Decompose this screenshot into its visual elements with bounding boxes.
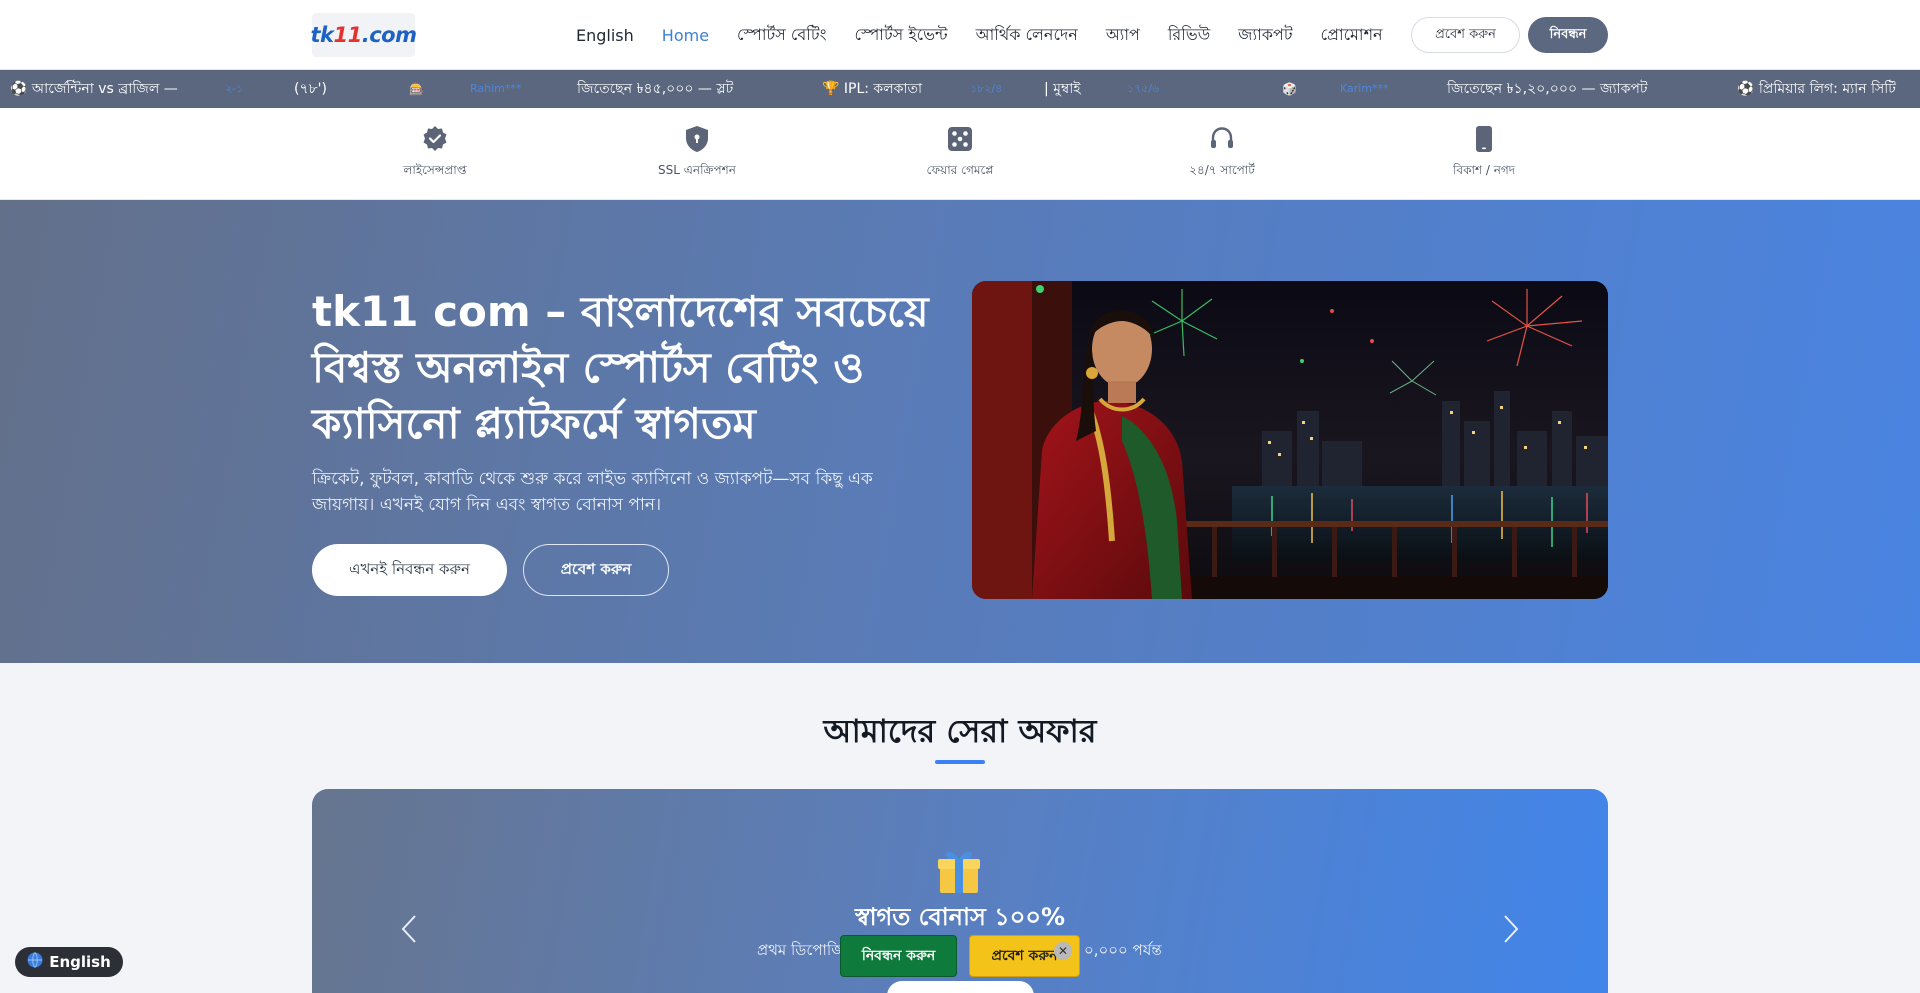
site-header: tk11.com English Home স্পোর্টস বেটিং স্প… xyxy=(0,0,1920,70)
offer-card-title: স্বাগত বোনাস ১০০% xyxy=(854,903,1066,931)
trust-label: ২৪/৭ সাপোর্ট xyxy=(1189,163,1255,177)
ticker-item: | মুম্বাই xyxy=(1044,81,1081,97)
trust-item-licensed: লাইসেন্সপ্রাপ্ত xyxy=(355,108,515,200)
headset-icon xyxy=(1207,124,1237,154)
live-ticker: ⚽ আর্জেন্টিনা vs ব্রাজিল — ২-১ (৭৮') 🎰 R… xyxy=(0,70,1920,108)
logo-digits: 11 xyxy=(333,23,363,47)
gift-icon xyxy=(935,847,983,895)
main-nav: English Home স্পোর্টস বেটিং স্পোর্টস ইভে… xyxy=(576,0,1411,70)
hero-title: tk11 com – বাংলাদেশের সবচেয়ে বিশ্বস্ত অ… xyxy=(312,287,929,448)
ticker-item: জিতেছেন ৳১,২০,০০০ — জ্যাকপট xyxy=(1447,81,1648,97)
trust-label: ফেয়ার গেমপ্লে xyxy=(926,163,994,177)
offer-cta-button[interactable] xyxy=(887,981,1034,993)
verified-badge-icon xyxy=(420,124,450,154)
nav-item-app[interactable]: অ্যাপ xyxy=(1106,22,1140,49)
ticker-dice-icon: 🎲 xyxy=(1282,82,1297,96)
trust-item-payment: বিকাশ / নগদ xyxy=(1404,108,1564,200)
ticker-user: Karim*** xyxy=(1340,82,1389,95)
nav-item-jackpot[interactable]: জ্যাকপট xyxy=(1238,22,1292,49)
logo-suffix: .com xyxy=(361,23,417,47)
hero-register-button[interactable]: এখনই নিবন্ধন করুন xyxy=(312,544,507,596)
header-register-button[interactable]: নিবন্ধন xyxy=(1528,17,1608,53)
site-logo[interactable]: tk11.com xyxy=(311,13,417,57)
nav-item-promotion[interactable]: প্রোমোশন xyxy=(1321,22,1383,49)
offers-section-title: আমাদের সেরা অফার xyxy=(823,712,1097,750)
close-icon[interactable]: ✕ xyxy=(1054,942,1072,960)
hero-image xyxy=(972,281,1608,599)
ticker-item: জিতেছেন ৳৪৫,০০০ — স্লট xyxy=(577,81,734,97)
nav-item-sports-events[interactable]: স্পোর্টস ইভেন্ট xyxy=(854,22,947,49)
dice-icon xyxy=(945,124,975,154)
hero-subtitle: ক্রিকেট, ফুটবল, কাবাডি থেকে শুরু করে লাই… xyxy=(312,469,873,515)
floating-register-button[interactable]: নিবন্ধন করুন xyxy=(840,935,957,977)
offer-sub-left: প্রথম ডিপোজি xyxy=(757,941,845,959)
ticker-score: ২-১ xyxy=(225,82,244,95)
hero-login-button[interactable]: প্রবেশ করুন xyxy=(523,544,669,596)
mobile-phone-icon xyxy=(1469,124,1499,154)
hero-section: tk11 com – বাংলাদেশের সবচেয়ে বিশ্বস্ত অ… xyxy=(0,200,1920,663)
ticker-slot-icon: 🎰 xyxy=(409,82,424,96)
ticker-item: 🏆 IPL: কলকাতা xyxy=(822,81,923,97)
offer-carousel-card[interactable]: স্বাগত বোনাস ১০০% প্রথম ডিপোজি ০,০০০ পর্… xyxy=(312,789,1608,993)
nav-item-review[interactable]: রিভিউ xyxy=(1168,22,1210,49)
logo-prefix: tk xyxy=(310,23,335,47)
trust-bar: লাইসেন্সপ্রাপ্ত SSL এনক্রিপশন ফেয়ার গেম… xyxy=(0,108,1920,200)
shield-lock-icon xyxy=(682,124,712,154)
nav-item-english[interactable]: English xyxy=(576,26,634,45)
header-login-button[interactable]: প্রবেশ করুন xyxy=(1411,17,1520,53)
logo-text: tk11.com xyxy=(311,23,417,47)
nav-item-sports-betting[interactable]: স্পোর্টস বেটিং xyxy=(737,22,826,49)
trust-label: বিকাশ / নগদ xyxy=(1452,163,1516,177)
globe-icon xyxy=(27,952,43,972)
trust-item-fair: ফেয়ার গেমপ্লে xyxy=(880,108,1040,200)
ticker-item: ⚽ আর্জেন্টিনা vs ব্রাজিল — xyxy=(10,81,178,97)
language-switch-button[interactable]: English xyxy=(15,947,123,977)
nav-item-finance[interactable]: আর্থিক লেনদেন xyxy=(976,22,1078,49)
nav-item-home[interactable]: Home xyxy=(662,26,709,45)
ticker-item: (৭৮') xyxy=(294,81,327,97)
offer-sub-right: ০,০০০ পর্যন্ত xyxy=(1084,941,1162,959)
trust-item-support: ২৪/৭ সাপোর্ট xyxy=(1142,108,1302,200)
ticker-user: Rahim*** xyxy=(470,82,522,95)
trust-item-ssl: SSL এনক্রিপশন xyxy=(617,108,777,200)
ticker-item: ⚽ প্রিমিয়ার লিগ: ম্যান সিটি xyxy=(1737,81,1896,97)
ticker-score: ১৭৫/৬ xyxy=(1127,82,1160,95)
trust-label: লাইসেন্সপ্রাপ্ত xyxy=(403,163,467,177)
trust-label: SSL এনক্রিপশন xyxy=(658,163,736,177)
title-underline xyxy=(935,760,985,764)
language-label: English xyxy=(49,953,111,971)
ticker-score: ১৮২/৪ xyxy=(970,82,1003,95)
